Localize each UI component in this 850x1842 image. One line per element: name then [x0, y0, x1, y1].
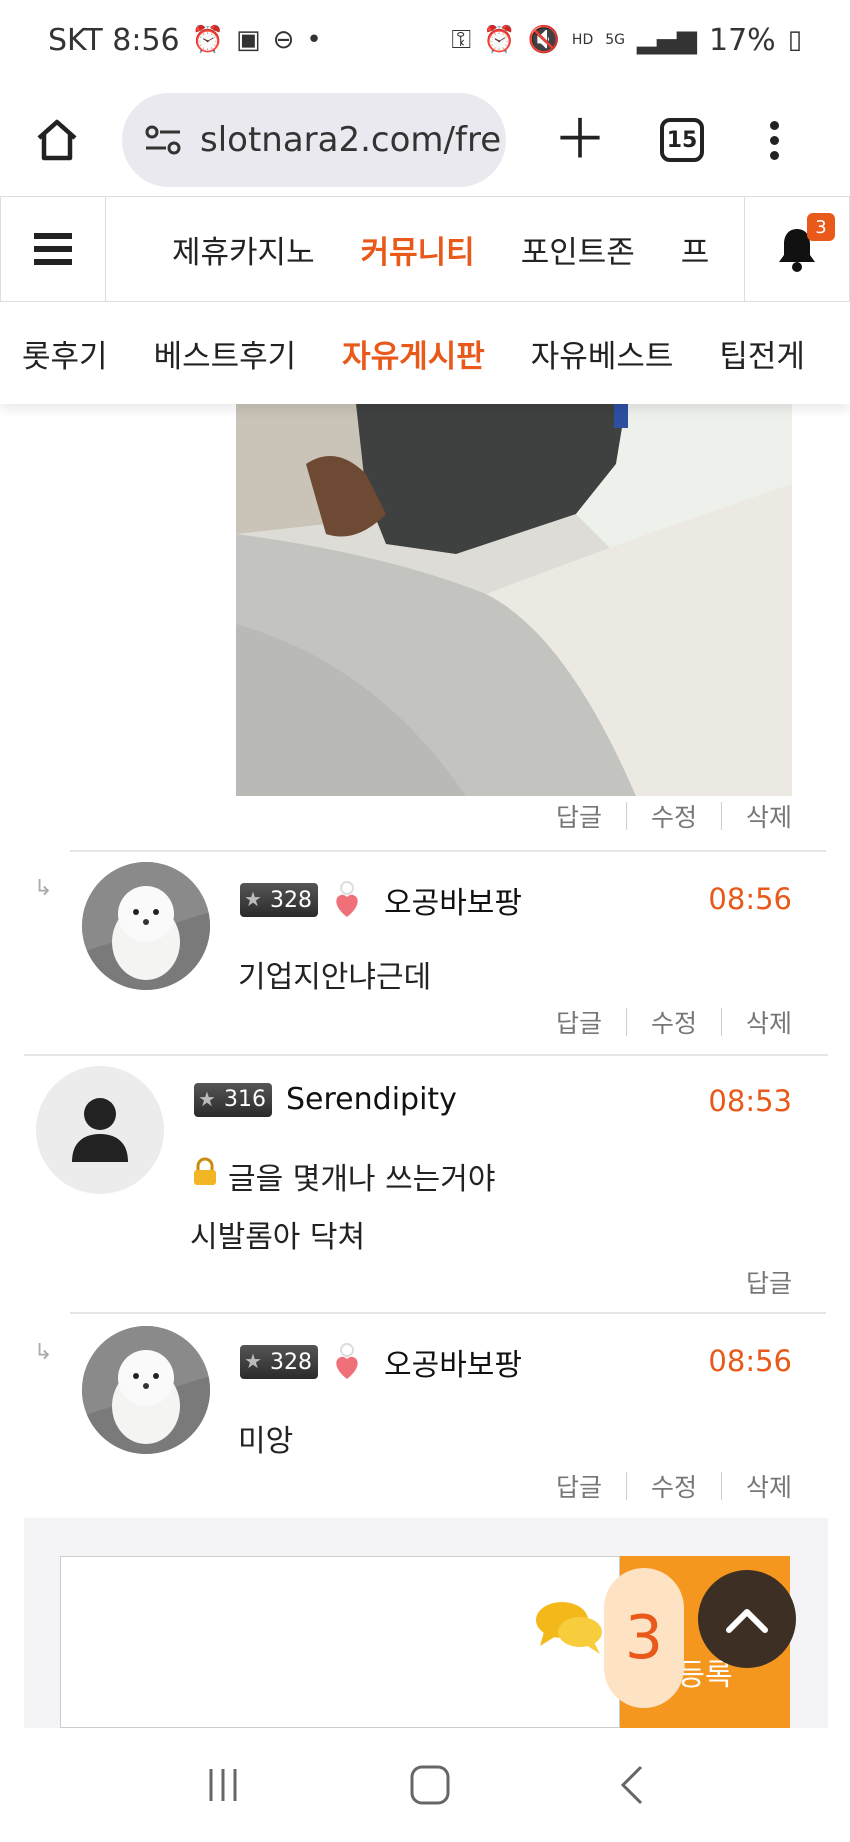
system-nav-bar: [0, 1728, 850, 1842]
reply-arrow-icon: ↳: [34, 1340, 53, 1365]
subnav-item-tips[interactable]: 팁전게: [719, 331, 805, 376]
reply-arrow-icon: ↳: [34, 876, 53, 901]
nav-item-community[interactable]: 커뮤니티: [361, 227, 475, 272]
notification-badge: 3: [807, 213, 835, 241]
main-nav-items: 제휴카지노 커뮤니티 포인트존 프: [106, 197, 744, 301]
battery-percent: 17%: [709, 22, 776, 58]
browser-toolbar: slotnara2.com/fre ＋ 15: [0, 80, 850, 200]
user-icon: [72, 1098, 128, 1162]
divider: [70, 850, 826, 852]
more-menu-button[interactable]: [770, 120, 779, 160]
back-icon[interactable]: [617, 1763, 647, 1807]
chat-icon[interactable]: [534, 1598, 604, 1658]
subnav-item-review[interactable]: 롯후기: [22, 331, 108, 376]
comment-actions: 답글 수정 삭제: [556, 1004, 792, 1040]
level-badge: 316: [194, 1082, 272, 1117]
avatar[interactable]: [82, 1326, 210, 1454]
heart-icon: [332, 1343, 362, 1381]
gallery-icon: ▣: [236, 25, 261, 55]
nav-item-point-zone[interactable]: 포인트존: [521, 227, 635, 272]
site-settings-icon: [145, 125, 181, 155]
comment-time: 08:56: [708, 882, 792, 916]
chat-count-badge[interactable]: 3: [604, 1568, 684, 1708]
delete-link[interactable]: 삭제: [746, 1468, 792, 1504]
home-button[interactable]: [28, 111, 86, 169]
sub-nav: 롯후기 베스트후기 자유게시판 자유베스트 팁전게: [0, 302, 850, 404]
reply-link[interactable]: 답글: [746, 1264, 792, 1300]
comment-author[interactable]: Serendipity: [286, 1082, 457, 1117]
edit-link[interactable]: 수정: [651, 1004, 697, 1040]
nav-item-partner-casino[interactable]: 제휴카지노: [172, 227, 315, 272]
divider: [70, 1312, 826, 1314]
comment-time: 08:56: [708, 1344, 792, 1378]
chevron-up-icon: [726, 1609, 768, 1633]
heart-icon: [332, 881, 362, 919]
comment-meta: 316 Serendipity: [194, 1082, 457, 1117]
divider: [24, 1054, 828, 1056]
comment-author[interactable]: 오공바보팡: [384, 1340, 522, 1384]
recents-icon[interactable]: [203, 1765, 243, 1805]
status-bar: SKT 8:56 ⏰ ▣ ⊖ • ⚿ ⏰ 🔇 HD 5G ▂▄▆ 17% ▯: [0, 0, 850, 80]
scroll-top-button[interactable]: [698, 1570, 796, 1668]
tab-switcher-button[interactable]: 15: [660, 118, 704, 162]
comment-time: 08:53: [708, 1084, 792, 1118]
site-nav: 제휴카지노 커뮤니티 포인트존 프 3: [0, 196, 850, 302]
dot-icon: •: [306, 25, 322, 55]
url-text: slotnara2.com/fre: [200, 120, 502, 160]
signal-icon: ▂▄▆: [637, 25, 697, 55]
subnav-item-free-best[interactable]: 자유베스트: [531, 331, 674, 376]
tab-count: 15: [666, 127, 698, 153]
home-icon: [37, 119, 77, 161]
comment-text: 미앙: [238, 1424, 294, 1459]
comment-meta: 328 오공바보팡: [240, 878, 522, 922]
alarm-icon: ⏰: [483, 25, 516, 55]
comment-author[interactable]: 오공바보팡: [384, 878, 522, 922]
comment-actions: 답글: [746, 1264, 792, 1300]
menu-button[interactable]: [0, 197, 106, 301]
comment-text: 기업지안냐근데: [238, 960, 432, 995]
new-tab-button[interactable]: ＋: [550, 113, 610, 167]
comment-text-line: 시발롬아 닥쳐: [190, 1220, 366, 1255]
battery-icon: ▯: [787, 25, 802, 55]
reply-link[interactable]: 답글: [556, 1468, 602, 1504]
level-badge: 328: [240, 1345, 318, 1379]
edit-link[interactable]: 수정: [651, 798, 697, 834]
comment-actions: 답글 수정 삭제: [556, 1468, 792, 1504]
alarm-icon: ⏰: [191, 25, 224, 55]
comment-text: 글을 몇개나 쓰는거야: [190, 1154, 495, 1198]
comment-meta: 328 오공바보팡: [240, 1340, 522, 1384]
subnav-item-best-review[interactable]: 베스트후기: [154, 331, 297, 376]
delete-link[interactable]: 삭제: [746, 1004, 792, 1040]
subnav-item-free-board[interactable]: 자유게시판: [342, 331, 485, 376]
dnd-icon: ⊖: [272, 25, 295, 55]
avatar[interactable]: [82, 862, 210, 990]
edit-link[interactable]: 수정: [651, 1468, 697, 1504]
mute-icon: 🔇: [527, 25, 560, 55]
home-nav-icon[interactable]: [408, 1763, 452, 1807]
url-bar[interactable]: slotnara2.com/fre: [122, 93, 506, 187]
post-image: [236, 404, 792, 796]
5g-icon: 5G: [605, 32, 625, 48]
notification-button[interactable]: 3: [744, 197, 850, 301]
avatar[interactable]: [36, 1066, 164, 1194]
delete-link[interactable]: 삭제: [746, 798, 792, 834]
reply-link[interactable]: 답글: [556, 1004, 602, 1040]
hd-voice-icon: HD: [571, 32, 594, 48]
post-actions: 답글 수정 삭제: [556, 798, 792, 834]
key-icon: ⚿: [451, 24, 472, 55]
comment-text-line: 글을 몇개나 쓰는거야: [228, 1162, 496, 1197]
reply-link[interactable]: 답글: [556, 798, 602, 834]
level-badge: 328: [240, 883, 318, 917]
lock-icon: [190, 1157, 220, 1195]
nav-item-more[interactable]: 프: [681, 227, 710, 272]
carrier-time: SKT 8:56: [48, 22, 180, 58]
